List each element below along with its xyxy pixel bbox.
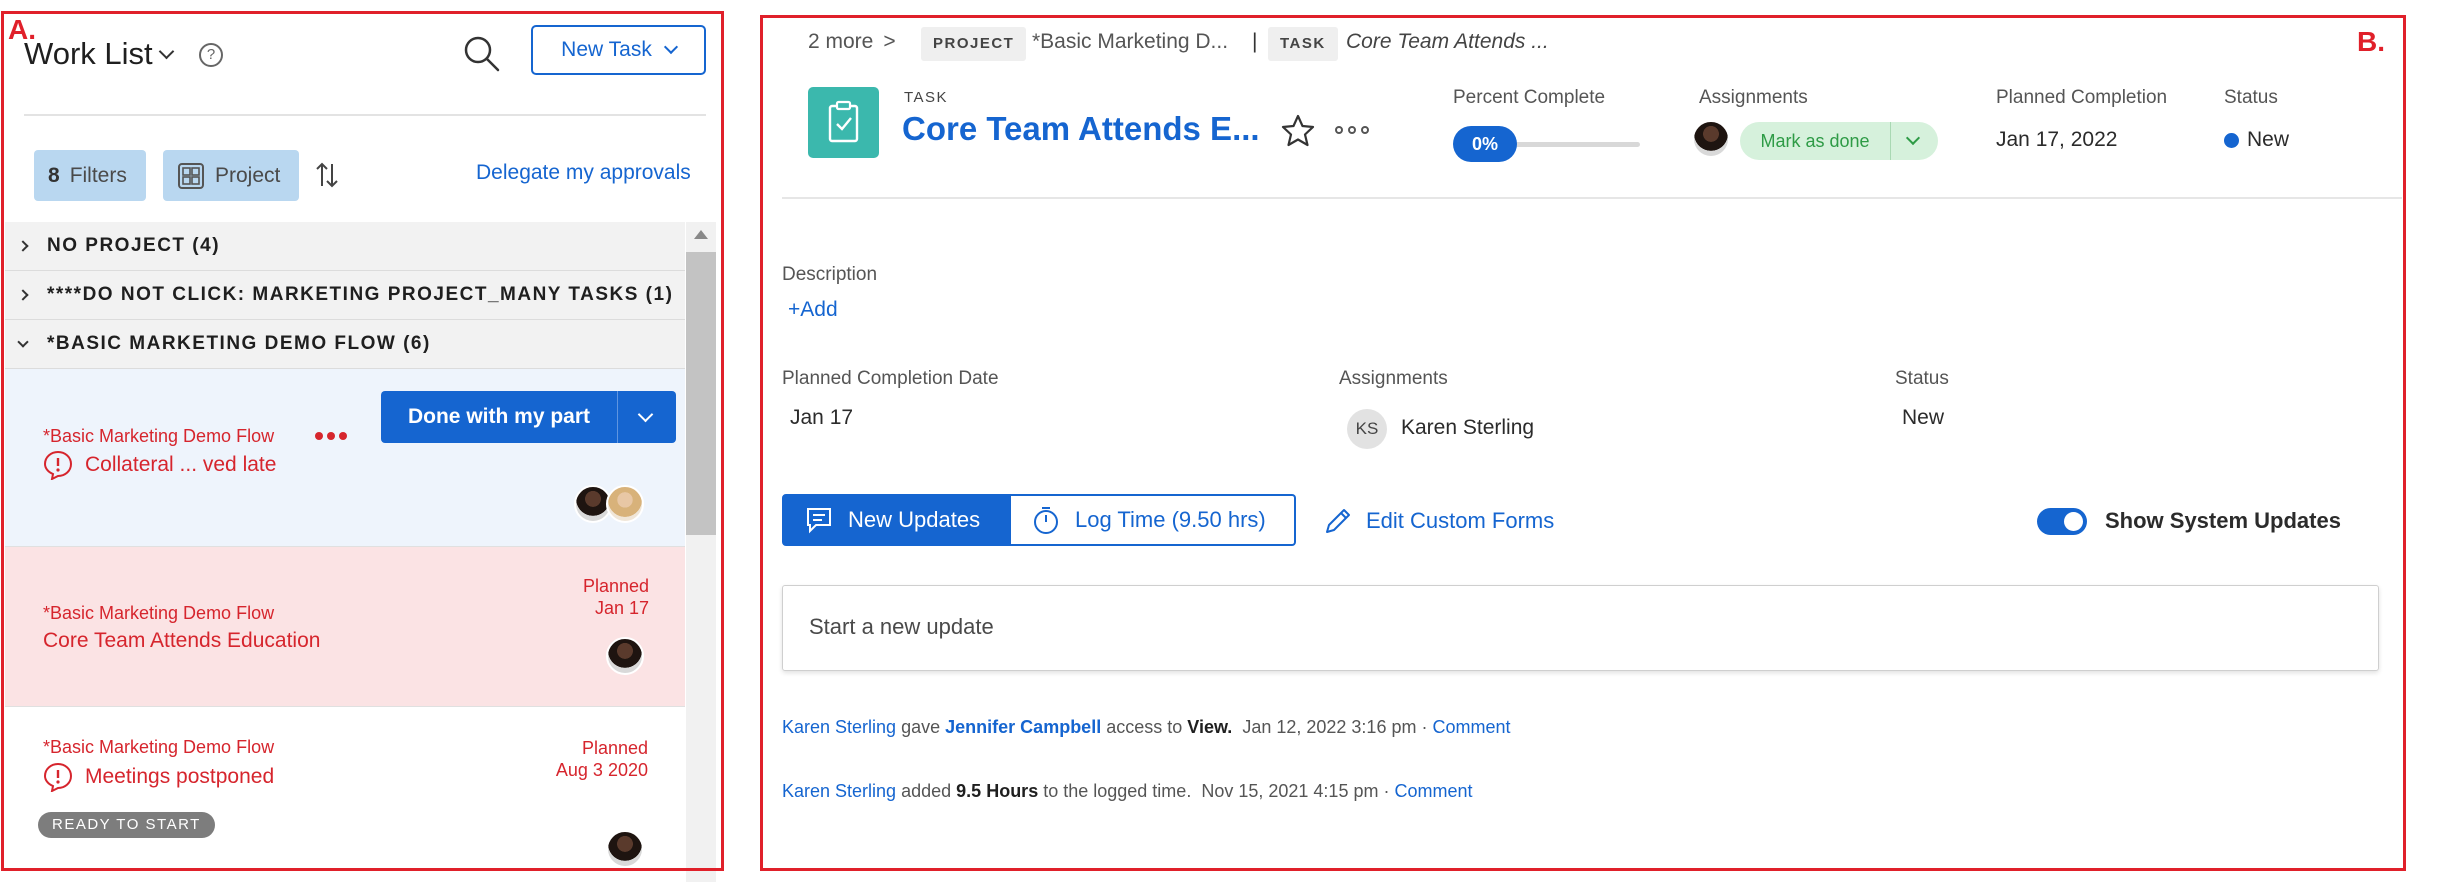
annotation-label-b: B. (2357, 26, 2385, 57)
feed-verb: added (901, 781, 952, 801)
tab-log-time-label: Log Time (9.50 hrs) (1075, 507, 1266, 532)
star-icon[interactable] (1280, 113, 1316, 149)
divider (782, 197, 2402, 199)
feed-mid: to the logged time. (1043, 781, 1192, 801)
breadcrumb-task-tag: TASK (1268, 27, 1338, 61)
planned-completion-date-label: Planned Completion Date (782, 368, 999, 389)
feed-mid: access to (1106, 717, 1183, 737)
breadcrumb-project-tag: PROJECT (921, 27, 1027, 61)
percent-complete-track[interactable] (1510, 142, 1640, 147)
tab-log-time[interactable]: Log Time (9.50 hrs) (1011, 494, 1296, 546)
add-description-link[interactable]: +Add (788, 298, 838, 322)
update-feed-item: Karen Sterling added 9.5 Hours to the lo… (782, 781, 1473, 802)
status-value[interactable]: New (2224, 128, 2289, 152)
feed-user-link[interactable]: Karen Sterling (782, 781, 896, 801)
show-system-updates-toggle[interactable] (2037, 508, 2087, 535)
feed-time: Nov 15, 2021 4:15 pm (1201, 781, 1379, 801)
annotation-frame-a (1, 11, 724, 871)
avatar[interactable]: KS (1347, 409, 1387, 449)
planned-completion-value[interactable]: Jan 17, 2022 (1996, 128, 2117, 152)
breadcrumb: 2 more > (808, 30, 896, 54)
planned-completion-label: Planned Completion (1996, 87, 2168, 108)
feed-time: Jan 12, 2022 3:16 pm (1242, 717, 1417, 737)
assignments-label: Assignments (1699, 87, 1808, 108)
feed-user-link[interactable]: Karen Sterling (782, 717, 896, 737)
update-placeholder: Start a new update (809, 614, 994, 639)
assignee-name[interactable]: Karen Sterling (1401, 416, 1534, 440)
breadcrumb-more[interactable]: 2 more (808, 30, 873, 54)
description-label: Description (782, 264, 878, 285)
more-icon[interactable] (1335, 126, 1369, 134)
annotation-label-a: A. (8, 14, 36, 45)
feed-target-link[interactable]: Jennifer Campbell (945, 717, 1101, 737)
comment-link[interactable]: Comment (1395, 781, 1473, 801)
show-system-updates-label: Show System Updates (2105, 508, 2341, 533)
status-field-value[interactable]: New (1902, 406, 1944, 430)
status-dot-icon (2224, 132, 2239, 148)
breadcrumb-divider: | (1252, 30, 1258, 53)
feed-dot: · (1421, 717, 1428, 737)
update-feed-item: Karen Sterling gave Jennifer Campbell ac… (782, 717, 1511, 738)
chevron-down-icon[interactable] (1905, 130, 1921, 146)
status-label: Status (2224, 87, 2278, 108)
avatar[interactable] (1692, 120, 1730, 158)
tab-new-updates-label: New Updates (848, 507, 981, 532)
clipboard-icon (808, 87, 879, 158)
mark-as-done-button[interactable]: Mark as done (1740, 122, 1938, 160)
edit-custom-forms-label: Edit Custom Forms (1366, 508, 1555, 533)
feed-object: View. (1187, 717, 1233, 737)
breadcrumb-project[interactable]: *Basic Marketing D... (1032, 30, 1228, 54)
mark-done-label: Mark as done (1760, 130, 1870, 151)
feed-object: 9.5 Hours (956, 781, 1039, 801)
percent-complete-label: Percent Complete (1453, 87, 1606, 108)
edit-custom-forms-button[interactable]: Edit Custom Forms (1322, 505, 1554, 537)
button-separator (1890, 122, 1891, 160)
status-field-label: Status (1895, 368, 1949, 389)
comment-link[interactable]: Comment (1433, 717, 1511, 737)
percent-complete-value[interactable]: 0% (1453, 126, 1517, 162)
task-title[interactable]: Core Team Attends E... (902, 110, 1260, 148)
assignments-field-label: Assignments (1339, 368, 1448, 389)
breadcrumb-separator: > (883, 30, 896, 53)
tab-new-updates[interactable]: New Updates (782, 494, 1012, 546)
planned-completion-date-value[interactable]: Jan 17 (790, 406, 853, 430)
feed-dot: · (1383, 781, 1390, 801)
updates-icon (807, 508, 831, 534)
breadcrumb-task[interactable]: Core Team Attends ... (1346, 30, 1549, 54)
toggle-knob (2064, 512, 2083, 531)
pencil-icon (1326, 509, 1350, 533)
new-update-input[interactable]: Start a new update (782, 585, 2379, 671)
status-text: New (2247, 128, 2290, 151)
task-kind-label: TASK (904, 89, 949, 106)
timer-icon (1034, 507, 1058, 534)
feed-verb: gave (901, 717, 941, 737)
